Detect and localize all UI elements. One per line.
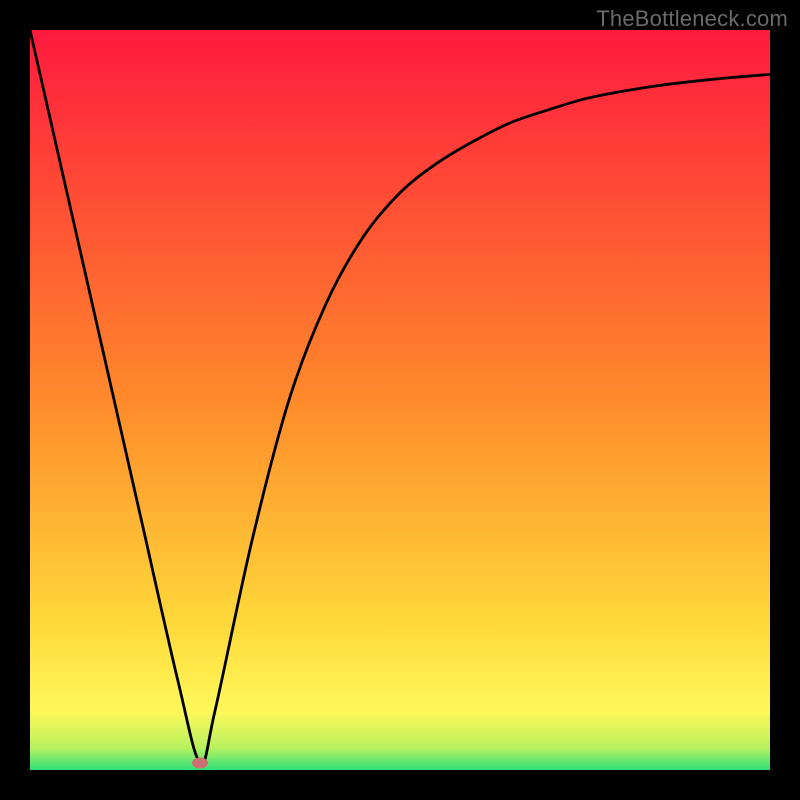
watermark-text: TheBottleneck.com (596, 6, 788, 32)
plot-area (30, 30, 770, 770)
min-marker (192, 757, 208, 768)
chart-stage: TheBottleneck.com (0, 0, 800, 800)
